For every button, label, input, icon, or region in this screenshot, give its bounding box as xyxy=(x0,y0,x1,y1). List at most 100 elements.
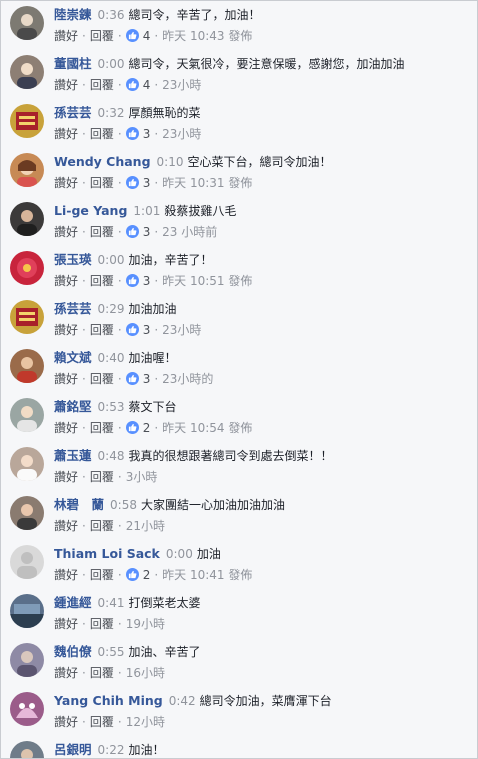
reply-button[interactable]: 回覆 xyxy=(90,127,114,141)
avatar[interactable] xyxy=(10,6,44,40)
comment-time[interactable]: 23 小時前 xyxy=(162,225,217,239)
video-timestamp[interactable]: 0:00 xyxy=(166,547,193,561)
comment-time[interactable]: 12小時 xyxy=(126,715,165,729)
video-timestamp[interactable]: 0:32 xyxy=(98,106,125,120)
comment-author[interactable]: 陸崇鍊 xyxy=(54,7,92,22)
like-count[interactable]: 2 xyxy=(143,421,151,435)
reply-button[interactable]: 回覆 xyxy=(90,470,114,484)
video-timestamp[interactable]: 0:55 xyxy=(98,645,125,659)
like-count[interactable]: 3 xyxy=(143,372,151,386)
comment-author[interactable]: 孫芸芸 xyxy=(54,301,92,316)
like-count[interactable]: 3 xyxy=(143,127,151,141)
video-timestamp[interactable]: 0:41 xyxy=(98,596,125,610)
like-count[interactable]: 3 xyxy=(143,176,151,190)
avatar[interactable] xyxy=(10,251,44,285)
comment-time[interactable]: 昨天 10:43 發佈 xyxy=(162,29,252,43)
video-timestamp[interactable]: 0:36 xyxy=(98,8,125,22)
like-button[interactable]: 讚好 xyxy=(54,519,78,533)
avatar[interactable] xyxy=(10,202,44,236)
comment-time[interactable]: 昨天 10:31 發佈 xyxy=(162,176,252,190)
comment-time[interactable]: 昨天 10:51 發佈 xyxy=(162,274,252,288)
video-timestamp[interactable]: 0:58 xyxy=(110,498,137,512)
reply-button[interactable]: 回覆 xyxy=(90,519,114,533)
video-timestamp[interactable]: 0:00 xyxy=(98,253,125,267)
video-timestamp[interactable]: 0:10 xyxy=(157,155,184,169)
comment-time[interactable]: 23小時的 xyxy=(162,372,213,386)
like-button[interactable]: 讚好 xyxy=(54,274,78,288)
comment-author[interactable]: 鍾進經 xyxy=(54,595,92,610)
like-button[interactable]: 讚好 xyxy=(54,176,78,190)
video-timestamp[interactable]: 1:01 xyxy=(133,204,160,218)
like-button[interactable]: 讚好 xyxy=(54,666,78,680)
reply-button[interactable]: 回覆 xyxy=(90,715,114,729)
like-button[interactable]: 讚好 xyxy=(54,372,78,386)
like-button[interactable]: 讚好 xyxy=(54,127,78,141)
comment-time[interactable]: 16小時 xyxy=(126,666,165,680)
comment-time[interactable]: 21小時 xyxy=(126,519,165,533)
avatar[interactable] xyxy=(10,104,44,138)
video-timestamp[interactable]: 0:42 xyxy=(169,694,196,708)
comment-author[interactable]: 蕭銘堅 xyxy=(54,399,92,414)
video-timestamp[interactable]: 0:53 xyxy=(98,400,125,414)
comment-author[interactable]: Thiam Loi Sack xyxy=(54,546,160,561)
comment-author[interactable]: 魏伯僚 xyxy=(54,644,92,659)
reply-button[interactable]: 回覆 xyxy=(90,617,114,631)
video-timestamp[interactable]: 0:40 xyxy=(98,351,125,365)
comment-author[interactable]: 張玉瑛 xyxy=(54,252,92,267)
like-count[interactable]: 2 xyxy=(143,568,151,582)
like-button[interactable]: 讚好 xyxy=(54,225,78,239)
comment-time[interactable]: 23小時 xyxy=(162,127,201,141)
comment-author[interactable]: 董國柱 xyxy=(54,56,92,71)
avatar[interactable] xyxy=(10,153,44,187)
comment-author[interactable]: 林碧 蘭 xyxy=(54,497,104,512)
like-button[interactable]: 讚好 xyxy=(54,470,78,484)
comment-author[interactable]: 賴文斌 xyxy=(54,350,92,365)
like-count[interactable]: 3 xyxy=(143,274,151,288)
like-button[interactable]: 讚好 xyxy=(54,78,78,92)
avatar[interactable] xyxy=(10,300,44,334)
like-button[interactable]: 讚好 xyxy=(54,568,78,582)
video-timestamp[interactable]: 0:22 xyxy=(98,743,125,757)
reply-button[interactable]: 回覆 xyxy=(90,323,114,337)
comment-author[interactable]: 蕭玉蓮 xyxy=(54,448,92,463)
comment-time[interactable]: 3小時 xyxy=(126,470,158,484)
reply-button[interactable]: 回覆 xyxy=(90,372,114,386)
avatar[interactable] xyxy=(10,741,44,758)
reply-button[interactable]: 回覆 xyxy=(90,225,114,239)
comment-time[interactable]: 23小時 xyxy=(162,78,201,92)
comment-author[interactable]: Li-ge Yang xyxy=(54,203,127,218)
like-count[interactable]: 3 xyxy=(143,225,151,239)
comment-author[interactable]: Yang Chih Ming xyxy=(54,693,163,708)
comment-time[interactable]: 23小時 xyxy=(162,323,201,337)
like-count[interactable]: 4 xyxy=(143,29,151,43)
avatar[interactable] xyxy=(10,594,44,628)
avatar[interactable] xyxy=(10,55,44,89)
video-timestamp[interactable]: 0:29 xyxy=(98,302,125,316)
video-timestamp[interactable]: 0:48 xyxy=(98,449,125,463)
like-button[interactable]: 讚好 xyxy=(54,29,78,43)
reply-button[interactable]: 回覆 xyxy=(90,274,114,288)
like-button[interactable]: 讚好 xyxy=(54,715,78,729)
reply-button[interactable]: 回覆 xyxy=(90,176,114,190)
reply-button[interactable]: 回覆 xyxy=(90,666,114,680)
like-count[interactable]: 3 xyxy=(143,323,151,337)
avatar[interactable] xyxy=(10,692,44,726)
comment-time[interactable]: 19小時 xyxy=(126,617,165,631)
avatar[interactable] xyxy=(10,349,44,383)
avatar[interactable] xyxy=(10,447,44,481)
reply-button[interactable]: 回覆 xyxy=(90,29,114,43)
like-button[interactable]: 讚好 xyxy=(54,617,78,631)
comment-time[interactable]: 昨天 10:54 發佈 xyxy=(162,421,252,435)
reply-button[interactable]: 回覆 xyxy=(90,421,114,435)
avatar[interactable] xyxy=(10,496,44,530)
avatar[interactable] xyxy=(10,643,44,677)
like-button[interactable]: 讚好 xyxy=(54,421,78,435)
comment-author[interactable]: Wendy Chang xyxy=(54,154,151,169)
comment-time[interactable]: 昨天 10:41 發佈 xyxy=(162,568,252,582)
comment-author[interactable]: 呂銀明 xyxy=(54,742,92,757)
avatar[interactable] xyxy=(10,545,44,579)
like-button[interactable]: 讚好 xyxy=(54,323,78,337)
reply-button[interactable]: 回覆 xyxy=(90,78,114,92)
like-count[interactable]: 4 xyxy=(143,78,151,92)
reply-button[interactable]: 回覆 xyxy=(90,568,114,582)
